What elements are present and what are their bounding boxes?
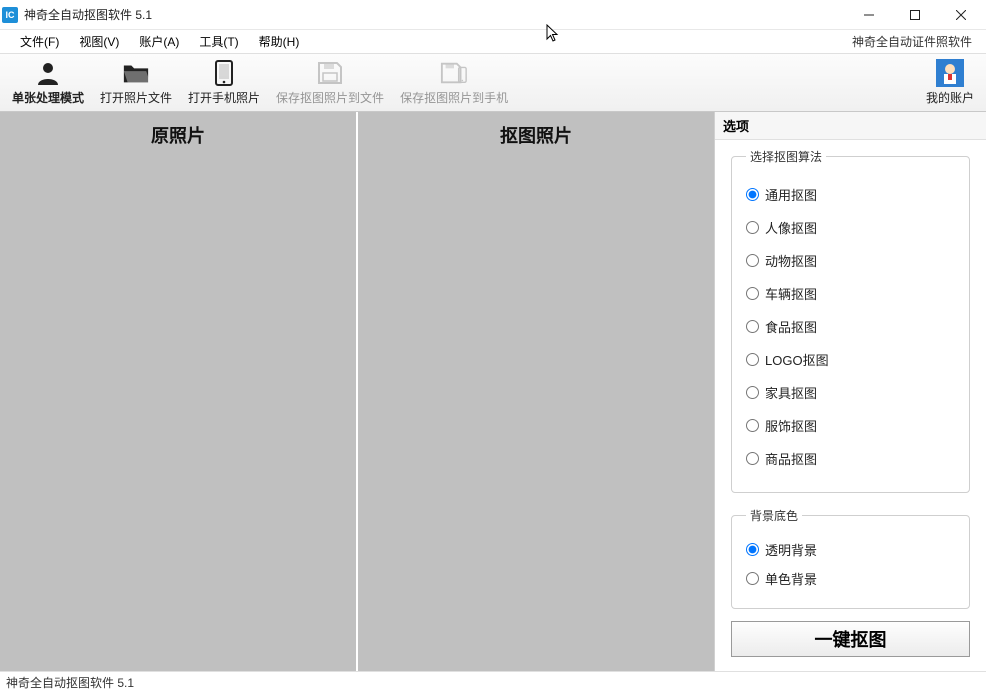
algorithm-label: 车辆抠图	[765, 284, 817, 303]
algorithm-label: 人像抠图	[765, 218, 817, 237]
algorithm-option[interactable]: 动物抠图	[746, 251, 955, 270]
person-icon	[34, 59, 62, 87]
tool-label: 打开手机照片	[188, 89, 260, 106]
tool-label: 保存抠图照片到文件	[276, 89, 384, 106]
menubar-right-link[interactable]: 神奇全自动证件照软件	[852, 33, 976, 50]
tool-label: 打开照片文件	[100, 89, 172, 106]
algorithm-option[interactable]: 家具抠图	[746, 383, 955, 402]
algorithm-radio[interactable]	[746, 353, 759, 366]
open-phone-button[interactable]: 打开手机照片	[180, 56, 268, 110]
account-button[interactable]: 我的账户	[918, 56, 982, 110]
menu-item[interactable]: 帮助(H)	[249, 30, 310, 53]
options-panel: 选项 选择抠图算法 通用抠图人像抠图动物抠图车辆抠图食品抠图 LOGO抠图家具抠图…	[714, 112, 986, 671]
algorithm-radio[interactable]	[746, 221, 759, 234]
save-phone-icon	[440, 59, 468, 87]
algorithm-option[interactable]: 服饰抠图	[746, 416, 955, 435]
app-icon: IC	[2, 7, 18, 23]
algorithm-radio[interactable]	[746, 254, 759, 267]
options-header: 选项	[715, 112, 986, 140]
menu-item[interactable]: 文件(F)	[10, 30, 69, 53]
algorithm-label: 家具抠图	[765, 383, 817, 402]
background-radio[interactable]	[746, 572, 759, 585]
background-label: 透明背景	[765, 540, 817, 559]
algorithm-radio[interactable]	[746, 452, 759, 465]
menu-item[interactable]: 视图(V)	[69, 30, 129, 53]
tool-label: 单张处理模式	[12, 89, 84, 106]
background-option[interactable]: 透明背景	[746, 540, 955, 559]
algorithm-group: 选择抠图算法 通用抠图人像抠图动物抠图车辆抠图食品抠图 LOGO抠图家具抠图服饰抠…	[731, 148, 970, 493]
close-button[interactable]	[938, 0, 984, 30]
save-phone-button: 保存抠图照片到手机	[392, 56, 516, 110]
background-option[interactable]: 单色背景	[746, 569, 955, 588]
algorithm-radio[interactable]	[746, 320, 759, 333]
algorithm-option[interactable]: 车辆抠图	[746, 284, 955, 303]
algorithm-label: 通用抠图	[765, 185, 817, 204]
save-icon	[316, 59, 344, 87]
algorithm-option[interactable]: LOGO抠图	[746, 350, 955, 369]
status-bar: 神奇全自动抠图软件 5.1	[0, 671, 986, 693]
save-file-button: 保存抠图照片到文件	[268, 56, 392, 110]
algorithm-option[interactable]: 商品抠图	[746, 449, 955, 468]
content-area: 原照片 抠图照片 选项 选择抠图算法 通用抠图人像抠图动物抠图车辆抠图食品抠图 L…	[0, 112, 986, 671]
avatar-icon	[936, 59, 964, 87]
phone-icon	[210, 59, 238, 87]
mode-button[interactable]: 单张处理模式	[4, 56, 92, 110]
result-photo-panel: 抠图照片	[358, 112, 714, 671]
background-legend: 背景底色	[746, 507, 802, 524]
minimize-button[interactable]	[846, 0, 892, 30]
algorithm-radio[interactable]	[746, 188, 759, 201]
result-photo-title: 抠图照片	[358, 112, 714, 158]
original-photo-title: 原照片	[0, 112, 356, 158]
menu-item[interactable]: 工具(T)	[189, 30, 248, 53]
algorithm-radio[interactable]	[746, 386, 759, 399]
toolbar: 单张处理模式打开照片文件打开手机照片保存抠图照片到文件保存抠图照片到手机 我的账…	[0, 54, 986, 112]
menu-bar: 文件(F)视图(V)账户(A)工具(T)帮助(H) 神奇全自动证件照软件	[0, 30, 986, 54]
algorithm-radio[interactable]	[746, 287, 759, 300]
algorithm-option[interactable]: 人像抠图	[746, 218, 955, 237]
folder-icon	[122, 59, 150, 87]
original-photo-panel: 原照片	[0, 112, 358, 671]
account-label: 我的账户	[926, 89, 974, 106]
title-bar: IC 神奇全自动抠图软件 5.1	[0, 0, 986, 30]
menu-item[interactable]: 账户(A)	[129, 30, 189, 53]
algorithm-label: 食品抠图	[765, 317, 817, 336]
open-file-button[interactable]: 打开照片文件	[92, 56, 180, 110]
background-radio[interactable]	[746, 543, 759, 556]
background-group: 背景底色 透明背景单色背景	[731, 507, 970, 609]
algorithm-option[interactable]: 食品抠图	[746, 317, 955, 336]
one-click-matting-button[interactable]: 一键抠图	[731, 621, 970, 657]
algorithm-legend: 选择抠图算法	[746, 148, 826, 165]
algorithm-option[interactable]: 通用抠图	[746, 185, 955, 204]
maximize-button[interactable]	[892, 0, 938, 30]
algorithm-label: LOGO抠图	[765, 350, 829, 369]
tool-label: 保存抠图照片到手机	[400, 89, 508, 106]
algorithm-radio[interactable]	[746, 419, 759, 432]
background-label: 单色背景	[765, 569, 817, 588]
status-text: 神奇全自动抠图软件 5.1	[6, 674, 134, 691]
algorithm-label: 动物抠图	[765, 251, 817, 270]
algorithm-label: 商品抠图	[765, 449, 817, 468]
window-title: 神奇全自动抠图软件 5.1	[24, 6, 152, 23]
algorithm-label: 服饰抠图	[765, 416, 817, 435]
